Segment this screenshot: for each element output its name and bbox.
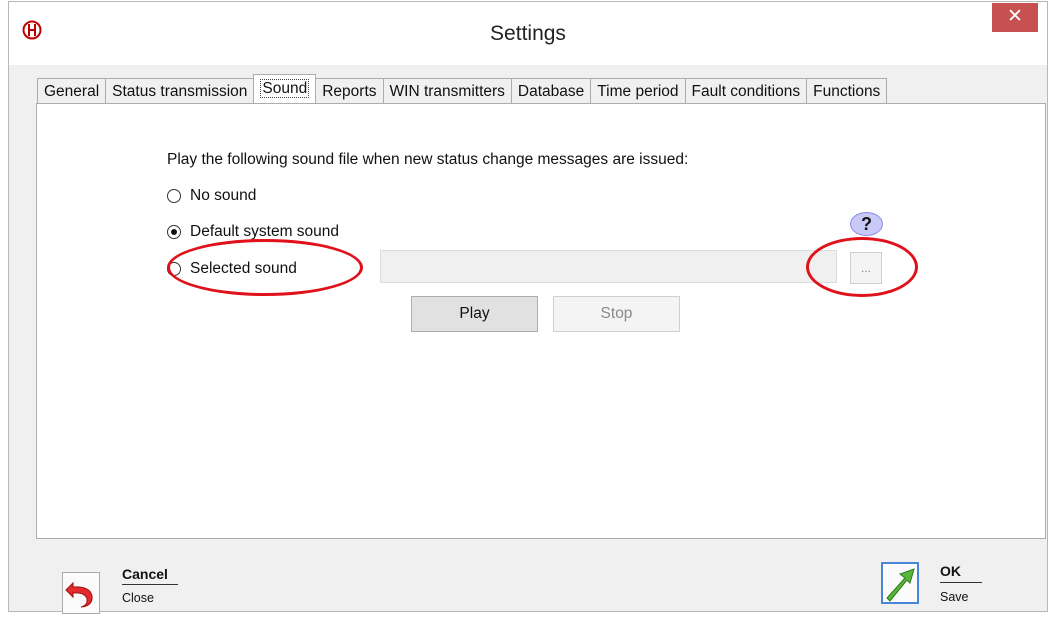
tab-general[interactable]: General xyxy=(37,78,107,103)
sound-prompt: Play the following sound file when new s… xyxy=(167,151,689,168)
close-icon: ✕ xyxy=(1007,6,1023,27)
title-bar: Settings ✕ xyxy=(9,2,1047,65)
tab-functions[interactable]: Functions xyxy=(806,78,888,103)
tab-label: WIN transmitters xyxy=(389,83,505,100)
radio-selected-sound[interactable]: Selected sound xyxy=(167,260,297,278)
tab-fault-conditions[interactable]: Fault conditions xyxy=(684,78,808,103)
radio-button[interactable] xyxy=(167,225,181,239)
ok-divider xyxy=(940,582,982,583)
settings-dialog: Settings ✕ General Status transmission Sou… xyxy=(8,1,1048,614)
help-icon[interactable]: ? xyxy=(850,212,883,236)
cancel-divider xyxy=(122,584,178,585)
sound-file-field[interactable] xyxy=(380,250,837,283)
ok-subtitle: Save xyxy=(940,590,969,604)
tab-label: Reports xyxy=(322,83,377,100)
undo-arrow-icon xyxy=(65,581,93,608)
tab-label: Status transmission xyxy=(112,83,248,100)
radio-label: No sound xyxy=(190,187,257,204)
tab-label: Functions xyxy=(813,83,881,100)
browse-button[interactable]: ... xyxy=(850,252,882,284)
radio-button[interactable] xyxy=(167,189,181,203)
ok-button[interactable] xyxy=(881,562,919,604)
radio-default-system-sound[interactable]: Default system sound xyxy=(167,223,339,241)
tab-sound[interactable]: Sound xyxy=(253,74,317,103)
tab-win-transmitters[interactable]: WIN transmitters xyxy=(382,78,512,103)
window-title: Settings xyxy=(490,22,566,45)
tab-label: Fault conditions xyxy=(691,83,801,100)
tab-strip: General Status transmission Sound Reports WI… xyxy=(37,74,888,103)
tab-time-period[interactable]: Time period xyxy=(590,78,686,103)
radio-label: Default system sound xyxy=(190,223,340,240)
cancel-button[interactable] xyxy=(62,572,100,614)
tab-database[interactable]: Database xyxy=(510,78,592,103)
radio-label: Selected sound xyxy=(190,260,297,277)
cancel-subtitle: Close xyxy=(122,591,154,605)
tab-label: Sound xyxy=(260,79,310,98)
radio-button[interactable] xyxy=(167,262,181,276)
play-button[interactable]: Play xyxy=(411,296,538,332)
close-button[interactable]: ✕ xyxy=(992,3,1038,32)
stop-button[interactable]: Stop xyxy=(553,296,680,332)
tab-label: General xyxy=(44,83,100,100)
tab-status-transmission[interactable]: Status transmission xyxy=(105,78,255,103)
cancel-label[interactable]: Cancel xyxy=(122,566,168,582)
tab-label: Database xyxy=(517,83,585,100)
sound-tab-panel: Play the following sound file when new s… xyxy=(36,103,1046,539)
ok-arrow-icon xyxy=(886,568,915,602)
tab-label: Time period xyxy=(597,83,679,100)
radio-no-sound[interactable]: No sound xyxy=(167,187,256,205)
tab-reports[interactable]: Reports xyxy=(315,78,384,103)
ok-label[interactable]: OK xyxy=(940,563,961,579)
